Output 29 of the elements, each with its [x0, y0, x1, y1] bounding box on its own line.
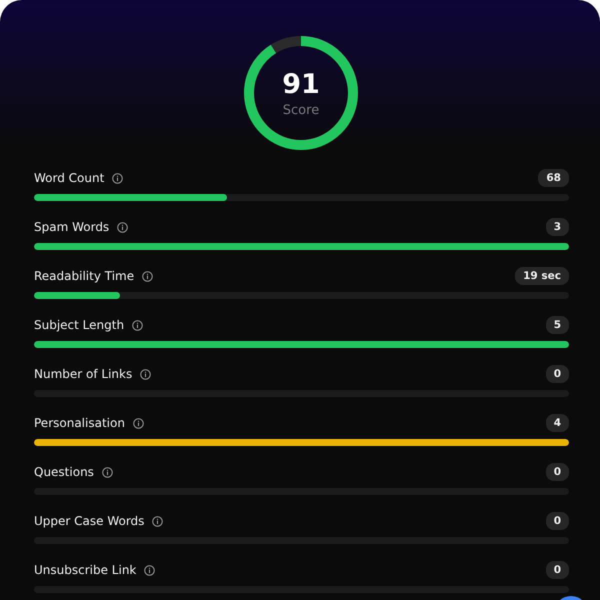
info-icon[interactable]	[142, 270, 154, 282]
metric-value: 3	[546, 218, 569, 236]
metric-label: Personalisation	[34, 416, 125, 430]
metric-label: Unsubscribe Link	[34, 563, 136, 577]
metric-label: Upper Case Words	[34, 514, 144, 528]
metric-value: 0	[546, 512, 569, 530]
info-icon[interactable]	[140, 368, 152, 380]
info-icon[interactable]	[152, 516, 164, 526]
metric-label: Word Count	[34, 171, 104, 185]
score-value: 91	[282, 68, 320, 100]
metric-value: 19 sec	[515, 267, 569, 285]
metric-label: Spam Words	[34, 220, 110, 234]
metric-value: 4	[546, 414, 569, 432]
info-icon[interactable]	[132, 320, 144, 330]
metric-value: 0	[546, 463, 569, 481]
metric-value: 68	[538, 169, 569, 187]
info-icon[interactable]	[144, 564, 156, 576]
info-icon[interactable]	[117, 222, 128, 232]
metric-label: Number of Links	[34, 367, 132, 381]
score-label: Score	[282, 102, 320, 118]
metric-value: 0	[546, 561, 569, 579]
metric-value: 5	[546, 316, 569, 334]
metric-label: Subject Length	[34, 318, 124, 332]
metric-label: Questions	[34, 465, 94, 479]
metric-label: Readability Time	[34, 269, 134, 283]
info-icon[interactable]	[132, 418, 144, 428]
metric-value: 0	[546, 365, 569, 383]
info-icon[interactable]	[102, 466, 113, 478]
info-icon[interactable]	[112, 172, 124, 184]
